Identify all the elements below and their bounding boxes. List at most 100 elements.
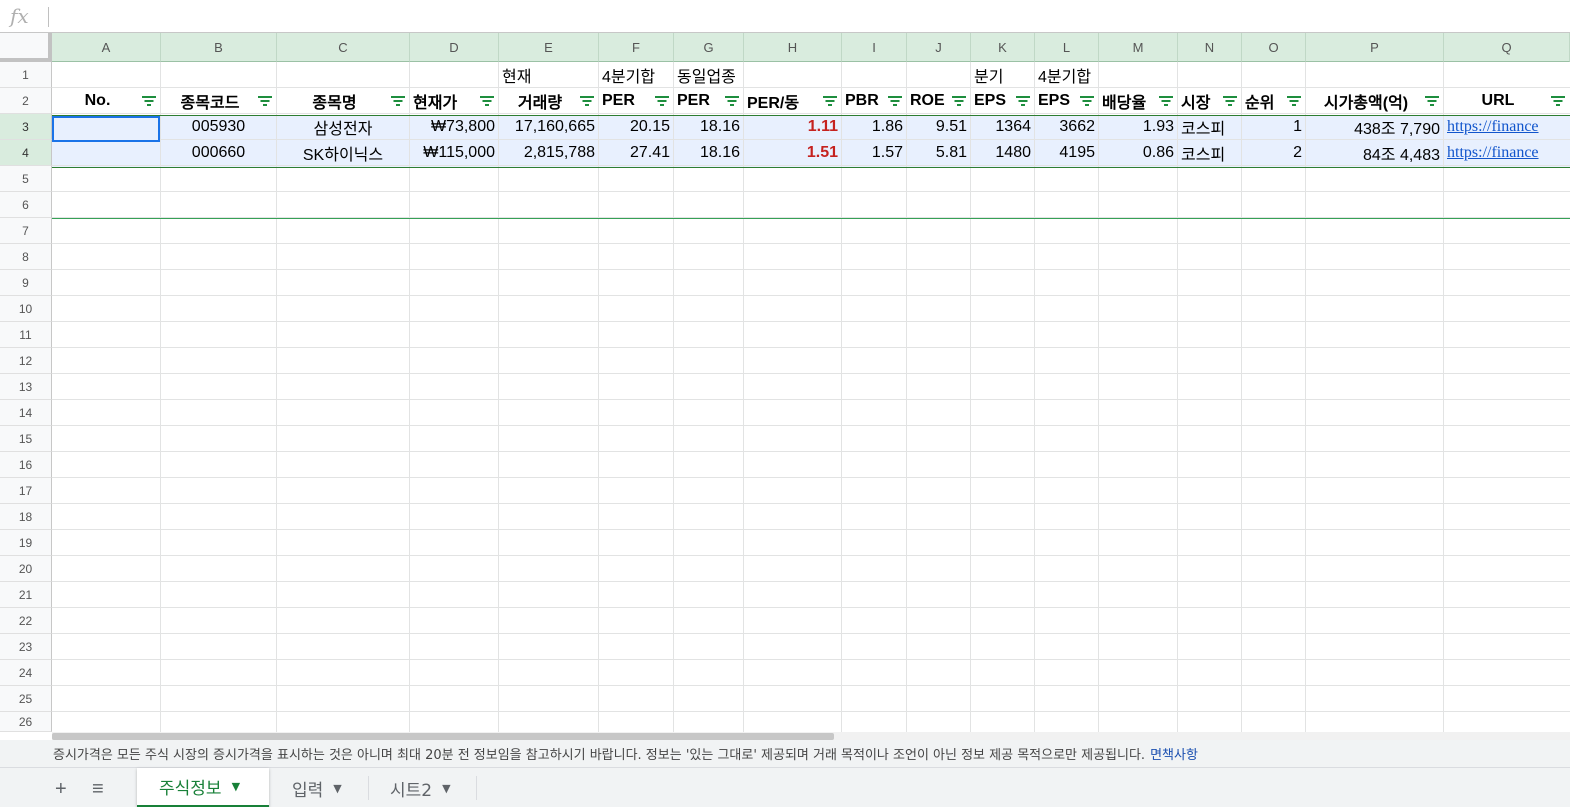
- header-top-F[interactable]: 4분기합: [599, 62, 673, 87]
- row-header-19[interactable]: 19: [0, 530, 52, 556]
- column-header-I[interactable]: I: [842, 33, 907, 62]
- data-cell-D3[interactable]: ₩73,800: [410, 114, 498, 139]
- data-cell-N3[interactable]: 코스피: [1178, 114, 1241, 139]
- data-cell-B3[interactable]: 005930: [161, 114, 276, 139]
- chevron-down-icon[interactable]: ▼: [232, 780, 240, 793]
- data-cell-G3[interactable]: 18.16: [674, 114, 743, 139]
- column-header-C[interactable]: C: [277, 33, 410, 62]
- data-cell-H4[interactable]: 1.51: [744, 140, 841, 165]
- filter-icon[interactable]: [887, 96, 903, 108]
- column-header-H[interactable]: H: [744, 33, 842, 62]
- filter-icon[interactable]: [1286, 96, 1302, 108]
- horizontal-scrollbar-thumb[interactable]: [52, 733, 834, 740]
- formula-bar[interactable]: fx: [0, 0, 1570, 33]
- column-header-G[interactable]: G: [674, 33, 744, 62]
- header-top-E[interactable]: 현재: [499, 62, 598, 87]
- all-sheets-menu-icon[interactable]: ≡: [92, 778, 104, 801]
- data-cell-B4[interactable]: 000660: [161, 140, 276, 165]
- column-header-F[interactable]: F: [599, 33, 674, 62]
- chevron-down-icon[interactable]: ▼: [333, 782, 341, 795]
- row-header-11[interactable]: 11: [0, 322, 52, 348]
- filter-icon[interactable]: [1079, 96, 1095, 108]
- data-cell-I3[interactable]: 1.86: [842, 114, 906, 139]
- row-header-16[interactable]: 16: [0, 452, 52, 478]
- column-header-M[interactable]: M: [1099, 33, 1178, 62]
- column-header-K[interactable]: K: [971, 33, 1035, 62]
- row-header-22[interactable]: 22: [0, 608, 52, 634]
- data-cell-Q4[interactable]: https://finance: [1444, 140, 1569, 165]
- row-header-10[interactable]: 10: [0, 296, 52, 322]
- row-header-4[interactable]: 4: [0, 140, 52, 166]
- data-cell-O3[interactable]: 1: [1242, 114, 1305, 139]
- row-header-18[interactable]: 18: [0, 504, 52, 530]
- data-cell-P3[interactable]: 438조 7,790: [1306, 114, 1443, 139]
- row-header-12[interactable]: 12: [0, 348, 52, 374]
- data-cell-C3[interactable]: 삼성전자: [277, 114, 409, 139]
- data-cell-H3[interactable]: 1.11: [744, 114, 841, 139]
- column-header-D[interactable]: D: [410, 33, 499, 62]
- row-header-2[interactable]: 2: [0, 88, 52, 114]
- row-header-6[interactable]: 6: [0, 192, 52, 218]
- column-header-A[interactable]: A: [52, 33, 161, 62]
- row-header-5[interactable]: 5: [0, 166, 52, 192]
- filter-icon[interactable]: [141, 96, 157, 108]
- row-header-3[interactable]: 3: [0, 114, 52, 140]
- header-top-K[interactable]: 분기: [971, 62, 1034, 87]
- column-header-N[interactable]: N: [1178, 33, 1242, 62]
- data-cell-I4[interactable]: 1.57: [842, 140, 906, 165]
- row-header-7[interactable]: 7: [0, 218, 52, 244]
- row-header-1[interactable]: 1: [0, 62, 52, 88]
- filter-icon[interactable]: [951, 96, 967, 108]
- header-top-G[interactable]: 동일업종: [674, 62, 743, 87]
- filter-icon[interactable]: [257, 96, 273, 108]
- filter-icon[interactable]: [1015, 96, 1031, 108]
- column-header-P[interactable]: P: [1306, 33, 1444, 62]
- filter-icon[interactable]: [579, 96, 595, 108]
- filter-icon[interactable]: [1424, 96, 1440, 108]
- header-top-L[interactable]: 4분기합: [1035, 62, 1098, 87]
- filter-icon[interactable]: [1158, 96, 1174, 108]
- data-cell-Q3[interactable]: https://finance: [1444, 114, 1569, 139]
- data-cell-J4[interactable]: 5.81: [907, 140, 970, 165]
- data-cell-C4[interactable]: SK하이닉스: [277, 140, 409, 165]
- filter-icon[interactable]: [1222, 96, 1238, 108]
- data-cell-F3[interactable]: 20.15: [599, 114, 673, 139]
- row-header-13[interactable]: 13: [0, 374, 52, 400]
- data-cell-A4[interactable]: [52, 140, 160, 165]
- column-header-B[interactable]: B: [161, 33, 277, 62]
- disclaimer-link[interactable]: 면책사항: [1150, 744, 1198, 763]
- data-cell-D4[interactable]: ₩115,000: [410, 140, 498, 165]
- data-cell-J3[interactable]: 9.51: [907, 114, 970, 139]
- select-all-corner[interactable]: [0, 33, 52, 62]
- data-cell-E3[interactable]: 17,160,665: [499, 114, 598, 139]
- data-cell-G4[interactable]: 18.16: [674, 140, 743, 165]
- filter-icon[interactable]: [479, 96, 495, 108]
- chevron-down-icon[interactable]: ▼: [442, 782, 450, 795]
- sheet-tab-input[interactable]: 입력 ▼: [270, 768, 368, 807]
- row-header-8[interactable]: 8: [0, 244, 52, 270]
- filter-icon[interactable]: [724, 96, 740, 108]
- data-cell-K3[interactable]: 1364: [971, 114, 1034, 139]
- filter-icon[interactable]: [390, 96, 406, 108]
- active-cell-A3[interactable]: [52, 116, 160, 142]
- column-header-Q[interactable]: Q: [1444, 33, 1570, 62]
- data-cell-P4[interactable]: 84조 4,483: [1306, 140, 1443, 165]
- column-header-L[interactable]: L: [1035, 33, 1099, 62]
- filter-icon[interactable]: [822, 96, 838, 108]
- data-cell-O4[interactable]: 2: [1242, 140, 1305, 165]
- column-header-J[interactable]: J: [907, 33, 971, 62]
- row-header-9[interactable]: 9: [0, 270, 52, 296]
- row-header-17[interactable]: 17: [0, 478, 52, 504]
- freeze-line[interactable]: [52, 218, 1570, 219]
- row-header-15[interactable]: 15: [0, 426, 52, 452]
- row-header-14[interactable]: 14: [0, 400, 52, 426]
- row-header-24[interactable]: 24: [0, 660, 52, 686]
- sheet-tab-stock-info[interactable]: 주식정보 ▼: [137, 768, 269, 807]
- data-cell-M3[interactable]: 1.93: [1099, 114, 1177, 139]
- column-header-E[interactable]: E: [499, 33, 599, 62]
- data-cell-F4[interactable]: 27.41: [599, 140, 673, 165]
- data-cell-E4[interactable]: 2,815,788: [499, 140, 598, 165]
- header-cell-P[interactable]: 시가총액(억): [1306, 88, 1443, 113]
- sheet-tab-sheet2[interactable]: 시트2 ▼: [368, 768, 476, 807]
- filter-icon[interactable]: [1550, 96, 1566, 108]
